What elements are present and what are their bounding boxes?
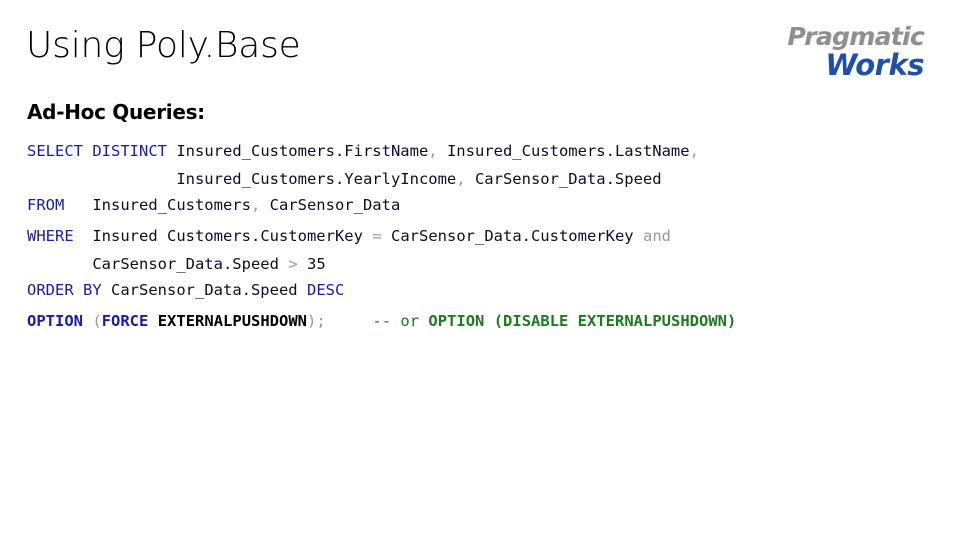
code-token: WHERE — [27, 227, 74, 245]
code-token: -- or — [372, 312, 429, 330]
logo-text-works: Works — [825, 48, 924, 82]
code-token: CarSensor_Data — [269, 195, 401, 214]
code-token: and — [642, 227, 671, 245]
sql-code-block: SELECT DISTINCT Insured_Customers.FirstN… — [27, 136, 927, 338]
code-token: ORDER BY — [27, 280, 102, 299]
code-token: ; — [316, 312, 326, 330]
where-line-continued: CarSensor_Data.Speed > 35 — [27, 253, 927, 275]
section-heading: Ad-Hoc Queries: — [27, 100, 205, 124]
code-token: EXTERNALPUSHDOWN — [157, 312, 308, 330]
order-by-line: ORDER BY CarSensor_Data.Speed DESC — [27, 275, 927, 307]
code-token: , — [428, 142, 447, 160]
select-line-continued: Insured_Customers.YearlyIncome, CarSenso… — [27, 168, 927, 190]
logo-text-pragmatic: Pragmatic — [787, 22, 924, 51]
code-token: , — [250, 195, 270, 214]
where-line: WHERE Insured Customers.CustomerKey = Ca… — [27, 221, 927, 253]
code-token: Insured_Customers.FirstName — [176, 142, 429, 160]
code-token: CarSensor_Data.Speed — [474, 169, 662, 188]
code-token: 35 — [307, 254, 326, 273]
code-token: CarSensor_Data.Speed — [111, 280, 298, 299]
code-token: ) — [307, 312, 317, 330]
code-token: Insured_Customers.LastName — [446, 142, 690, 160]
slide-canvas: Using Poly.Base Pragmatic Works Ad-Hoc Q… — [0, 0, 960, 540]
code-token: OPTION (DISABLE EXTERNALPUSHDOWN) — [428, 312, 737, 330]
code-token: CarSensor_Data.Speed — [92, 254, 279, 273]
code-token: Insured Customers.CustomerKey — [92, 227, 363, 245]
code-token: CarSensor_Data.CustomerKey — [391, 227, 634, 245]
code-token: FORCE — [101, 312, 149, 330]
from-line: FROM Insured_Customers, CarSensor_Data — [27, 190, 927, 222]
code-token: FROM — [27, 195, 65, 214]
page-title: Using Poly.Base — [26, 25, 301, 66]
code-token: DESC — [306, 280, 345, 299]
code-token: SELECT DISTINCT — [27, 142, 167, 160]
option-line: OPTION (FORCE EXTERNALPUSHDOWN); -- or O… — [27, 306, 927, 338]
code-token: , — [456, 169, 475, 188]
code-token: > — [288, 254, 298, 273]
code-token: = — [372, 227, 382, 245]
code-token: OPTION — [27, 312, 83, 330]
pragmatic-works-logo: Pragmatic Works — [734, 22, 924, 82]
code-token: Insured_Customers — [92, 195, 251, 214]
select-line: SELECT DISTINCT Insured_Customers.FirstN… — [27, 136, 927, 168]
code-token: ( — [92, 312, 102, 330]
code-token: , — [689, 142, 699, 160]
code-token: Insured_Customers.YearlyIncome — [176, 169, 457, 188]
